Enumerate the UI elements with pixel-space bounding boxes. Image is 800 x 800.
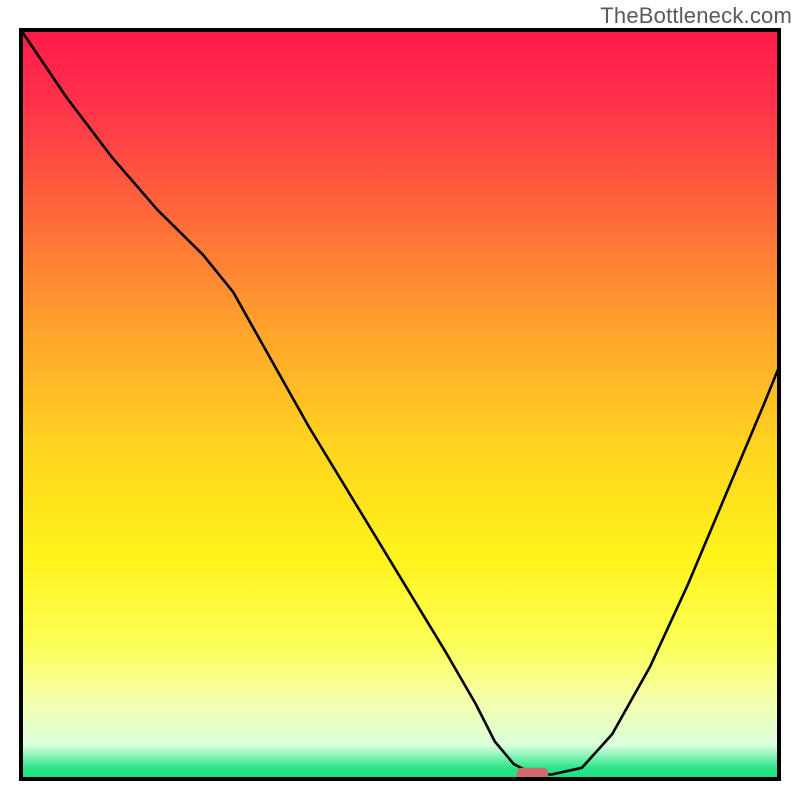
optimum-marker	[517, 768, 549, 779]
gradient-background	[21, 30, 779, 779]
watermark-text: TheBottleneck.com	[600, 3, 792, 29]
chart-container: TheBottleneck.com	[0, 0, 800, 800]
bottleneck-chart	[0, 0, 800, 800]
